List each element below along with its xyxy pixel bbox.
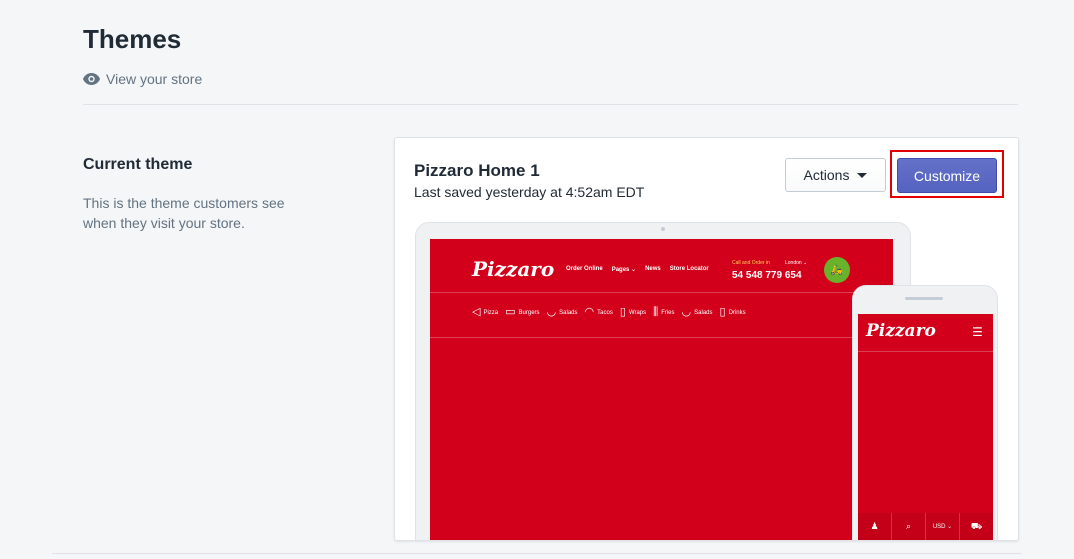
mobile-preview-screen: Pizzaro ☰ ♟ ⌕ USD ⌄ ⛟ xyxy=(858,314,993,540)
fries-icon: ⫼ xyxy=(653,306,659,318)
preview-category: ◠ Tacos xyxy=(585,307,613,318)
page-title: Themes xyxy=(83,24,182,54)
preview-call-label: Call and Order in xyxy=(732,260,770,266)
theme-saved-time: Last saved yesterday at 4:52am EDT xyxy=(414,184,645,200)
section-title: Current theme xyxy=(83,156,193,173)
taco-icon: ◠ xyxy=(584,306,595,318)
preview-category: ◁ Pizza xyxy=(472,307,498,318)
preview-category-label: Drinks xyxy=(728,309,746,316)
menu-icon: ☰ xyxy=(972,325,983,339)
salad-icon: ◡ xyxy=(546,306,557,318)
preview-categories: ◁ Pizza ▭ Burgers ◡ Salads ◠ Tacos ▯ Wraps ⫼ F… xyxy=(472,307,746,318)
laptop-camera xyxy=(661,227,665,231)
mobile-header-divider xyxy=(858,351,993,352)
view-store-link[interactable]: View your store xyxy=(83,71,202,87)
currency-label: USD xyxy=(932,523,946,530)
search-icon: ⌕ xyxy=(891,513,925,540)
footer-divider xyxy=(52,553,1022,554)
mobile-preview[interactable]: Pizzaro ☰ ♟ ⌕ USD ⌄ ⛟ xyxy=(852,285,998,540)
preview-location: London ⌄ xyxy=(785,260,808,266)
preview-category-label: Tacos xyxy=(597,309,613,316)
preview-nav-item: Order Online xyxy=(566,266,603,272)
cart-icon: ⛟ xyxy=(959,513,993,540)
preview-category-label: Fries xyxy=(661,309,675,316)
header-divider xyxy=(83,104,1018,105)
preview-categories-divider xyxy=(430,337,893,338)
preview-category: ◡ Salads xyxy=(547,307,578,318)
preview-category-label: Burgers xyxy=(518,309,540,316)
preview-logo: Pizzaro xyxy=(472,257,555,281)
preview-category-label: Pizza xyxy=(483,309,499,316)
mobile-preview-logo: Pizzaro xyxy=(866,321,936,341)
drink-icon: ▯ xyxy=(719,306,726,318)
view-store-label[interactable]: View your store xyxy=(106,71,202,87)
eye-icon xyxy=(83,73,100,85)
preview-nav-item: Store Locator xyxy=(669,266,709,272)
user-icon: ♟ xyxy=(870,521,879,531)
scooter-icon: 🛵 xyxy=(824,257,850,283)
preview-category-label: Salads xyxy=(559,309,578,316)
pizza-icon: ◁ xyxy=(472,306,481,318)
preview-nav-item: News xyxy=(645,266,661,272)
preview-category: ◡ Salads xyxy=(682,307,713,318)
mobile-bottom-bar: ♟ ⌕ USD ⌄ ⛟ xyxy=(858,513,993,540)
desktop-preview-screen: Pizzaro Order Online Pages ⌄ News Store … xyxy=(430,239,893,540)
preview-header-divider xyxy=(430,292,893,293)
preview-category: ▯ Drinks xyxy=(720,307,746,318)
actions-label: Actions xyxy=(803,167,850,183)
phone-speaker xyxy=(905,297,943,300)
caret-down-icon xyxy=(857,172,868,178)
theme-name: Pizzaro Home 1 xyxy=(414,161,540,180)
desktop-preview[interactable]: Pizzaro Order Online Pages ⌄ News Store … xyxy=(415,222,911,540)
actions-button[interactable]: Actions xyxy=(785,158,886,192)
preview-category: ▯ Wraps xyxy=(620,307,646,318)
currency-selector: USD ⌄ xyxy=(925,513,959,540)
preview-category-label: Wraps xyxy=(628,309,647,316)
wrap-icon: ▯ xyxy=(619,306,626,318)
salad-icon: ◡ xyxy=(681,306,692,318)
preview-category: ⫼ Fries xyxy=(653,307,674,318)
preview-category: ▭ Burgers xyxy=(505,307,539,318)
theme-card: Pizzaro Home 1 Last saved yesterday at 4… xyxy=(394,137,1019,541)
customize-button[interactable]: Customize xyxy=(897,158,997,193)
burger-icon: ▭ xyxy=(505,306,516,318)
preview-nav: Order Online Pages ⌄ News Store Locator xyxy=(566,266,709,273)
preview-nav-item: Pages ⌄ xyxy=(611,267,637,273)
preview-phone: 54 548 779 654 xyxy=(732,270,802,281)
preview-category-label: Salads xyxy=(694,309,713,316)
section-description: This is the theme customers see when the… xyxy=(83,195,285,231)
